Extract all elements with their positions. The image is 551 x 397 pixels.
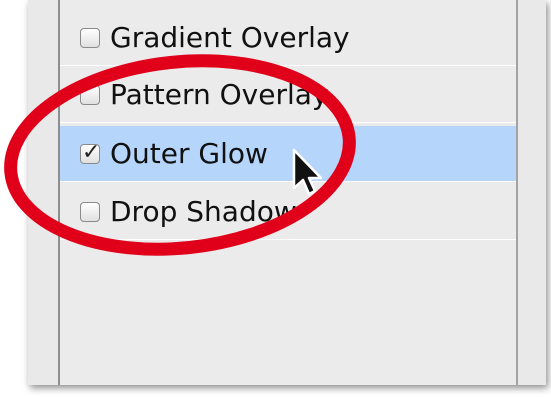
- list-item-pattern-overlay[interactable]: Pattern Overlay: [60, 67, 516, 123]
- list-item-gradient-overlay[interactable]: Gradient Overlay: [60, 10, 516, 66]
- pattern-overlay-checkbox[interactable]: [80, 84, 100, 105]
- list-item-outer-glow[interactable]: ✓ Outer Glow: [60, 126, 516, 182]
- outer-glow-label: Outer Glow: [110, 137, 268, 170]
- gradient-overlay-checkbox[interactable]: [80, 27, 100, 48]
- checkmark-icon: ✓: [82, 139, 101, 165]
- layer-style-panel: Gradient Overlay Pattern Overlay ✓ Outer…: [28, 0, 546, 385]
- drop-shadow-label: Drop Shadow: [110, 195, 297, 228]
- outer-glow-checkbox[interactable]: ✓: [80, 140, 100, 165]
- style-list: Gradient Overlay Pattern Overlay ✓ Outer…: [58, 0, 518, 385]
- drop-shadow-checkbox[interactable]: [80, 201, 100, 222]
- pattern-overlay-label: Pattern Overlay: [110, 78, 329, 111]
- screenshot-stage: Gradient Overlay Pattern Overlay ✓ Outer…: [0, 0, 551, 397]
- gradient-overlay-label: Gradient Overlay: [110, 21, 350, 54]
- list-item-drop-shadow[interactable]: Drop Shadow: [60, 184, 516, 240]
